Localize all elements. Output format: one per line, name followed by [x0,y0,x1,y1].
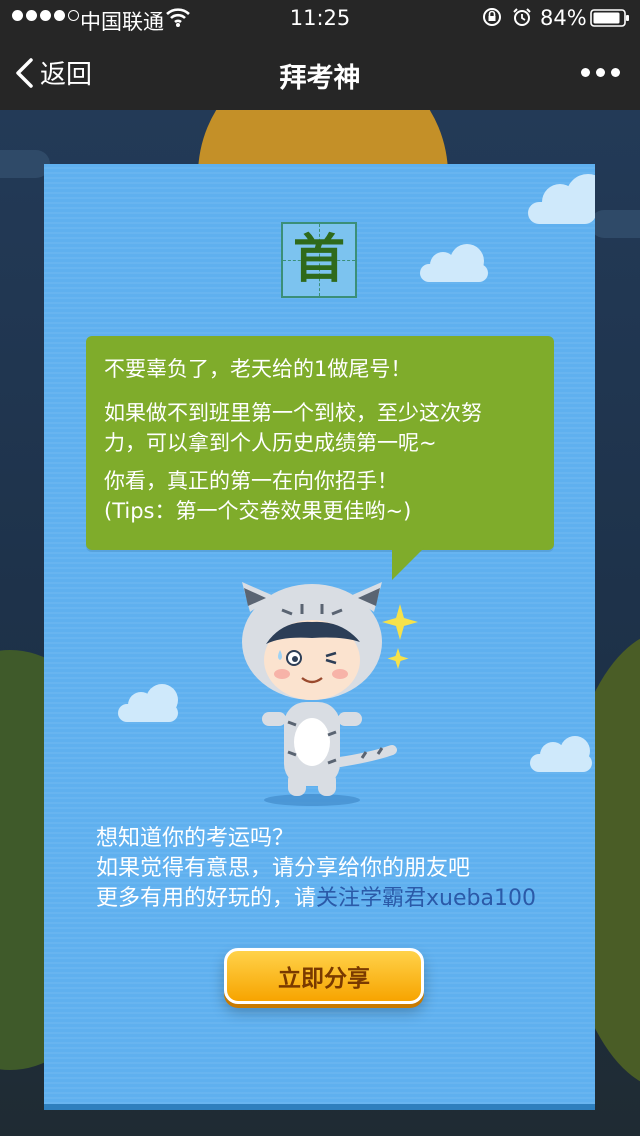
info-line-1: 想知道你的考运吗？ [96,826,295,851]
follow-account-link[interactable]: 关注学霸君xueba100 [316,886,536,911]
fortune-card: 首 不要辜负了，老天给的1做尾号！ 如果做不到班里第一个到校，至少这次努 力，可… [44,164,595,1110]
info-line-2: 如果觉得有意思，请分享给你的朋友吧 [96,856,471,881]
cloud-decoration [530,736,592,772]
bubble-line-5: (Tips：第一个交卷效果更佳哟~) [104,499,412,523]
info-line-3-prefix: 更多有用的好玩的，请 [96,886,317,911]
bubble-line-2: 如果做不到班里第一个到校，至少这次努 [104,401,482,425]
navigation-bar: 返回 拜考神 [0,38,640,110]
status-bar: 中国联通 11:25 84% [0,0,640,38]
cloud-decoration [528,174,595,224]
bubble-line-3: 力，可以拿到个人历史成绩第一呢~ [104,431,437,455]
character-grid: 首 [281,222,357,298]
rotation-lock-icon [483,8,501,26]
battery-icon [590,9,629,27]
speech-bubble: 不要辜负了，老天给的1做尾号！ 如果做不到班里第一个到校，至少这次努 力，可以拿… [86,336,554,580]
background-cloud [0,150,50,178]
more-options-icon[interactable] [581,68,620,77]
alarm-icon [513,8,531,26]
bubble-line-1: 不要辜负了，老天给的1做尾号！ [104,357,412,381]
battery-percent: 84% [540,6,587,30]
fortune-character: 首 [292,229,345,290]
share-button[interactable]: 立即分享 [224,948,424,1004]
background-cloud [590,210,640,238]
bubble-line-4: 你看，真正的第一在向你招手！ [104,469,398,493]
info-line-3: 更多有用的好玩的，请关注学霸君xueba100 [96,884,536,914]
info-text: 想知道你的考运吗？ 如果觉得有意思，请分享给你的朋友吧 更多有用的好玩的，请关注… [96,824,536,914]
tiger-mascot-illustration [242,582,418,806]
cloud-decoration [118,684,178,722]
cloud-decoration [420,244,488,282]
page-title: 拜考神 [279,63,361,94]
